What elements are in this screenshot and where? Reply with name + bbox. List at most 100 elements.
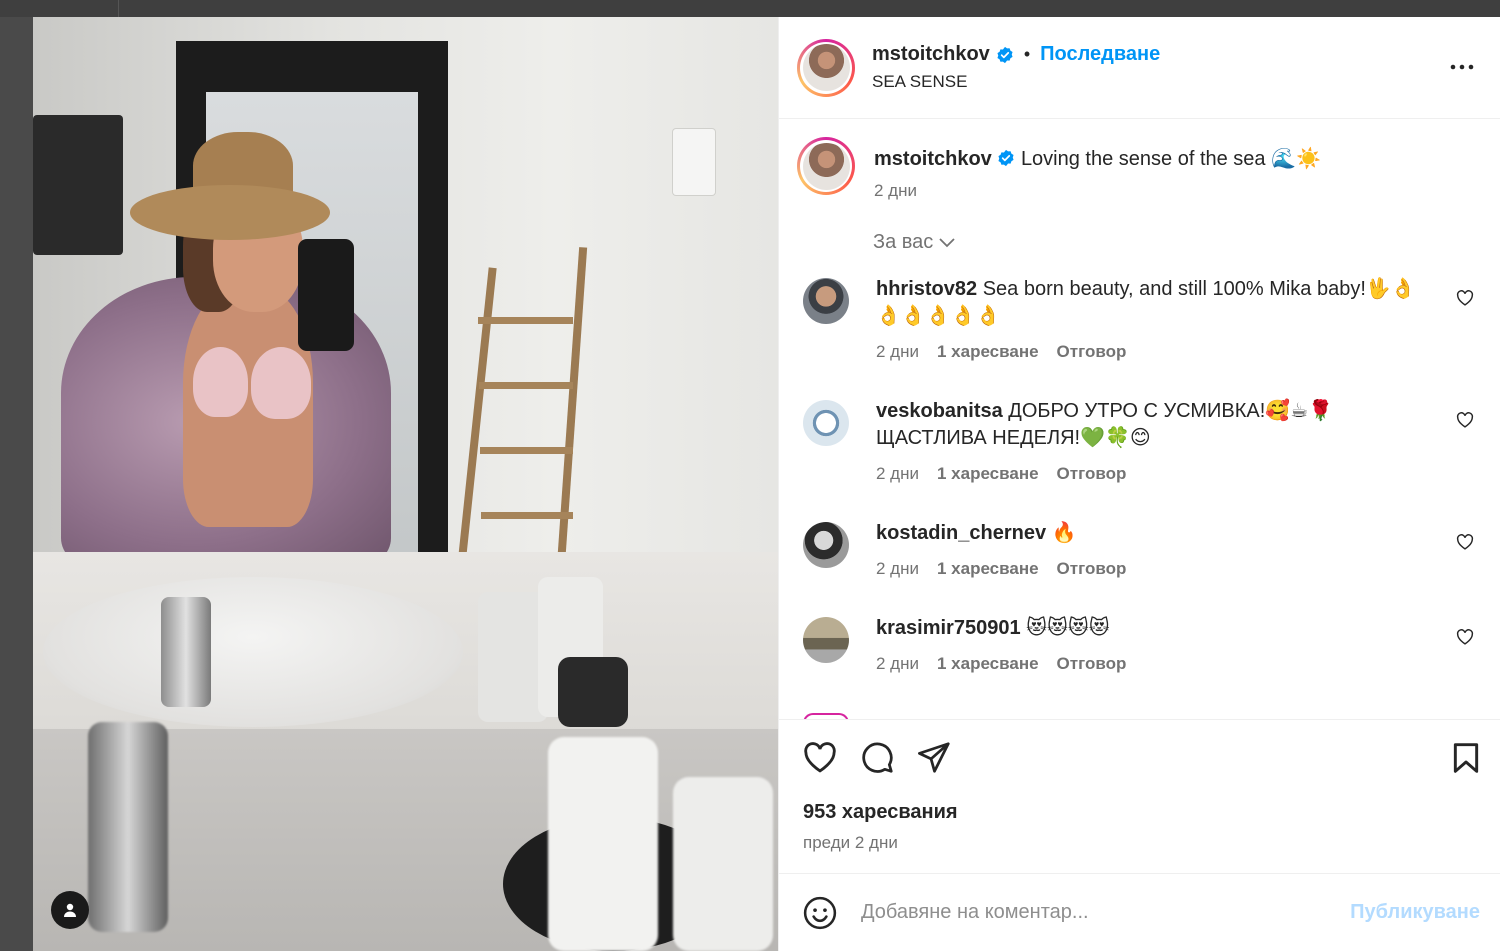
comment-content: 🔥 — [1051, 522, 1077, 544]
comment-likes[interactable]: 1 харесване — [937, 559, 1039, 579]
chevron-down-icon — [939, 237, 955, 247]
verified-badge-icon — [998, 149, 1014, 167]
author-username[interactable]: mstoitchkov — [872, 43, 990, 66]
comment-text: kostadin_chernev 🔥 — [876, 520, 1436, 547]
photo-hat-brim — [130, 185, 330, 240]
post-header: mstoitchkov • Последване SEA SENSE — [779, 17, 1500, 119]
more-horizontal-icon — [1450, 64, 1474, 70]
caption-time[interactable]: 2 дни — [874, 181, 1321, 201]
comment-time[interactable]: 2 дни — [876, 464, 919, 484]
heart-icon — [804, 742, 836, 773]
photo-jar — [558, 657, 628, 727]
paper-plane-icon — [918, 742, 950, 773]
comment-time[interactable]: 2 дни — [876, 654, 919, 674]
photo-wall-switch — [673, 129, 715, 195]
commenter-username[interactable]: hhristov82 — [876, 278, 977, 300]
comment-body: hhristov82 Sea born beauty, and still 10… — [876, 276, 1436, 362]
reply-button[interactable]: Отговор — [1057, 654, 1127, 674]
post-location[interactable]: SEA SENSE — [872, 72, 1160, 92]
reply-button[interactable]: Отговор — [1057, 559, 1127, 579]
comment-body: veskobanitsa ДОБРО УТРО С УСМИВКА!🥰☕🌹 ЩА… — [876, 398, 1436, 484]
avatar-inner — [800, 140, 852, 192]
photo-ladder-rung — [481, 512, 573, 519]
comment-item: hhristov82 Sea born beauty, and still 10… — [797, 276, 1482, 362]
comments-section[interactable]: mstoitchkov Loving the sense of the sea … — [779, 119, 1500, 719]
comment-composer: Публикуване — [779, 873, 1500, 951]
backdrop-divider — [118, 0, 119, 17]
comment-text: veskobanitsa ДОБРО УТРО С УСМИВКА!🥰☕🌹 ЩА… — [876, 398, 1436, 452]
like-button[interactable] — [803, 742, 837, 773]
verified-badge-icon — [997, 46, 1013, 63]
comment-button[interactable] — [861, 741, 894, 774]
smiley-icon — [803, 896, 837, 929]
photo-tap-front — [88, 722, 168, 932]
comment-filter-dropdown[interactable]: За вас — [873, 231, 1482, 254]
comment-meta: 2 дни 1 харесване Отговор — [876, 342, 1436, 362]
comment-input[interactable] — [861, 901, 1351, 924]
comment-likes[interactable]: 1 харесване — [937, 464, 1039, 484]
post-action-bar — [779, 719, 1500, 795]
caption-avatar[interactable] — [797, 137, 855, 195]
caption-body: mstoitchkov Loving the sense of the sea … — [874, 137, 1321, 201]
author-avatar[interactable] — [797, 38, 855, 97]
post-photo[interactable] — [33, 17, 778, 951]
backdrop-top — [0, 0, 1500, 17]
bookmark-icon — [1453, 743, 1479, 773]
commenter-avatar[interactable] — [803, 617, 849, 663]
comment-heart-icon[interactable] — [1456, 412, 1474, 428]
comment-likes[interactable]: 1 харесване — [937, 654, 1039, 674]
comment-heart-icon[interactable] — [1456, 534, 1474, 550]
emoji-button[interactable] — [803, 896, 837, 930]
post-stats: 953 харесвания преди 2 дни — [779, 795, 1500, 873]
comment-filter-label: За вас — [873, 231, 934, 253]
likes-count[interactable]: 953 харесвания — [803, 801, 1476, 824]
photo-bikini-right — [251, 347, 311, 419]
photo-bottle-front — [673, 777, 773, 951]
post-side-panel: mstoitchkov • Последване SEA SENSE mstoi… — [778, 17, 1500, 951]
header-name-row: mstoitchkov • Последване — [872, 43, 1160, 66]
comment-meta: 2 дни 1 харесване Отговор — [876, 464, 1436, 484]
caption-content: Loving the sense of the sea 🌊☀️ — [1020, 148, 1321, 170]
photo-phone — [298, 239, 354, 351]
post-modal: mstoitchkov • Последване SEA SENSE mstoi… — [33, 17, 1500, 951]
more-options-button[interactable] — [1450, 57, 1474, 75]
commenter-username[interactable]: veskobanitsa — [876, 400, 1003, 422]
comment-time[interactable]: 2 дни — [876, 559, 919, 579]
post-timestamp[interactable]: преди 2 дни — [803, 833, 1476, 853]
share-button[interactable] — [918, 742, 951, 773]
photo-towel — [33, 115, 123, 255]
comment-heart-icon[interactable] — [1456, 629, 1474, 645]
follow-button[interactable]: Последване — [1040, 43, 1160, 66]
photo-ladder-rung — [480, 447, 573, 454]
comment-item: kostadin_chernev 🔥 2 дни 1 харесване Отг… — [797, 520, 1482, 579]
avatar-image — [802, 44, 850, 91]
comment-item: veskobanitsa ДОБРО УТРО С УСМИВКА!🥰☕🌹 ЩА… — [797, 398, 1482, 484]
commenter-avatar[interactable] — [803, 522, 849, 568]
comment-body: kostadin_chernev 🔥 2 дни 1 харесване Отг… — [876, 520, 1436, 579]
commenter-avatar[interactable] — [803, 278, 849, 324]
comment-meta: 2 дни 1 харесване Отговор — [876, 654, 1436, 674]
caption-text: mstoitchkov Loving the sense of the sea … — [874, 147, 1321, 171]
reply-button[interactable]: Отговор — [1057, 464, 1127, 484]
commenter-username[interactable]: krasimir750901 — [876, 617, 1021, 639]
caption-username[interactable]: mstoitchkov — [874, 148, 992, 170]
reply-button[interactable]: Отговор — [1057, 342, 1127, 362]
commenter-username[interactable]: kostadin_chernev — [876, 522, 1046, 544]
avatar-image — [802, 142, 850, 190]
tagged-users-button[interactable] — [51, 891, 89, 929]
photo-ladder-rung — [478, 317, 573, 324]
post-comment-button[interactable]: Публикуване — [1350, 901, 1480, 924]
photo-bottle-front — [548, 737, 658, 951]
user-icon — [64, 903, 76, 917]
comment-time[interactable]: 2 дни — [876, 342, 919, 362]
comment-heart-icon[interactable] — [1456, 290, 1474, 306]
photo-tap — [161, 597, 211, 707]
comment-body: krasimir750901 😻😻😻😻 2 дни 1 харесване От… — [876, 615, 1436, 674]
comment-item: krasimir750901 😻😻😻😻 2 дни 1 харесване От… — [797, 615, 1482, 674]
comment-likes[interactable]: 1 харесване — [937, 342, 1039, 362]
photo-sink — [43, 577, 463, 727]
photo-bikini-left — [193, 347, 248, 417]
commenter-avatar[interactable] — [803, 400, 849, 446]
save-button[interactable] — [1452, 742, 1480, 779]
photo-ladder-rung — [479, 382, 573, 389]
